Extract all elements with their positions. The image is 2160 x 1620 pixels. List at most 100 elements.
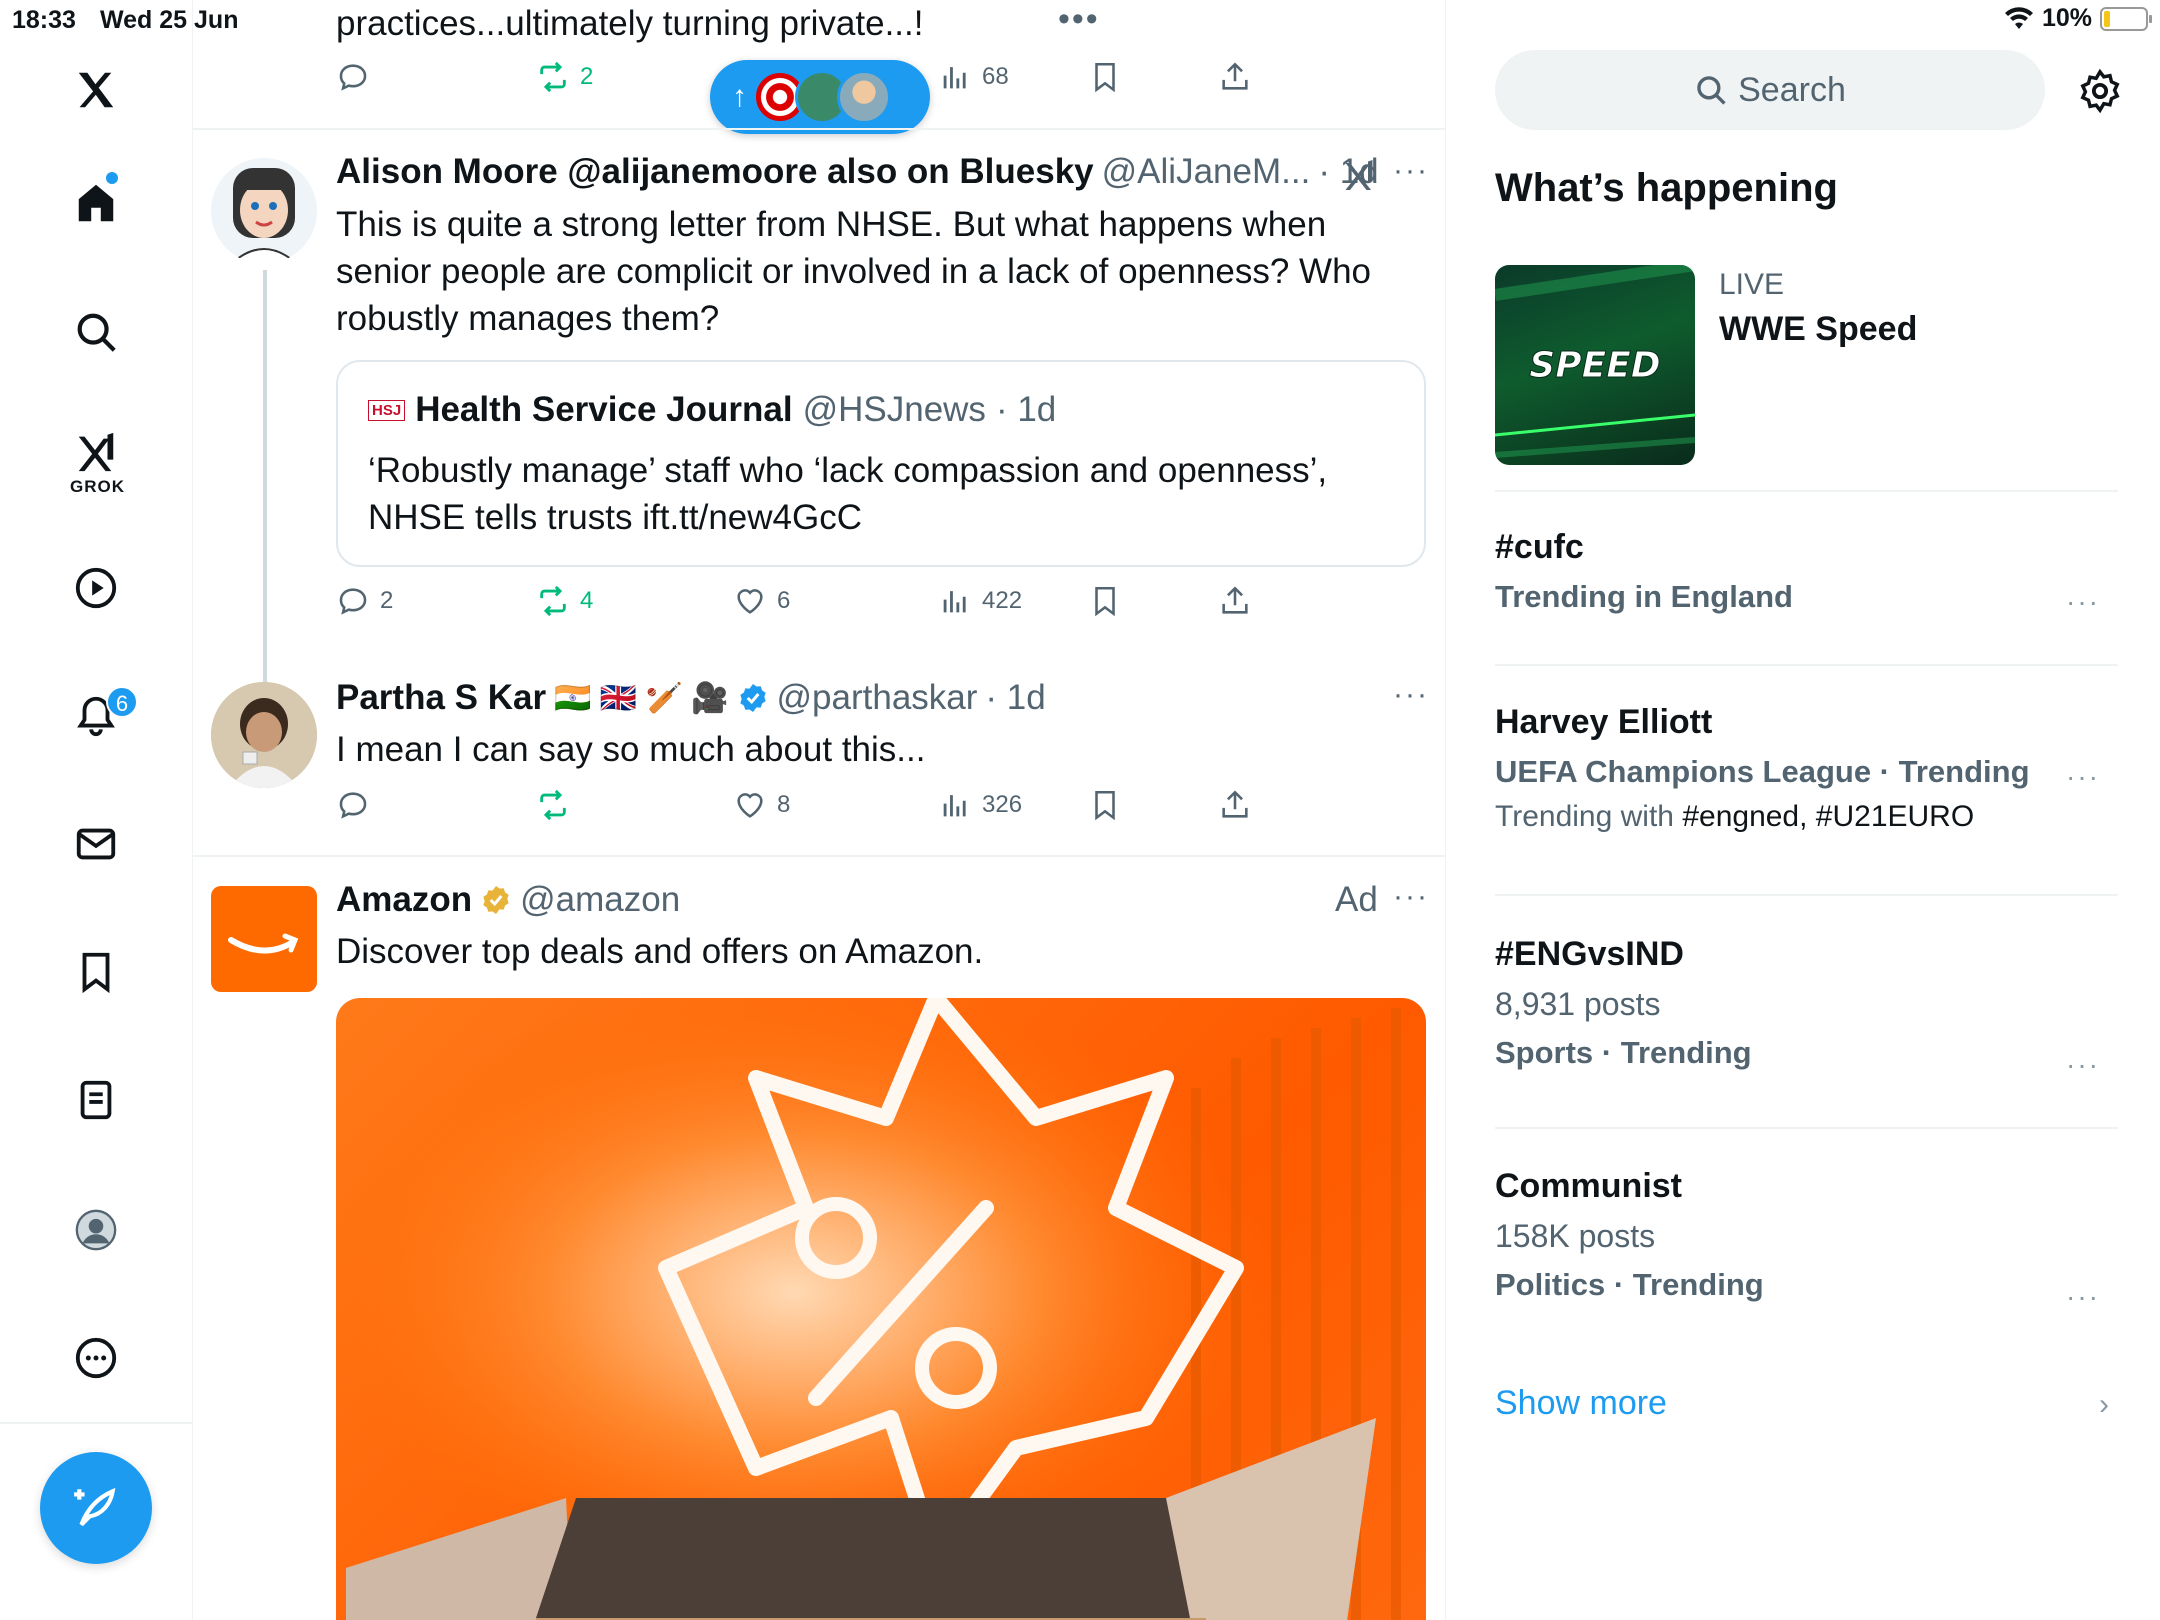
ad-image[interactable] xyxy=(336,998,1426,1620)
tweet-header: Partha S Kar 🇮🇳 🇬🇧 🏏 🎥 @parthaskar · 1d xyxy=(336,678,1046,718)
more-icon[interactable] xyxy=(56,1318,136,1398)
author-handle[interactable]: @amazon xyxy=(520,880,680,920)
share-button[interactable] xyxy=(1218,584,1252,618)
reply-button[interactable] xyxy=(336,60,370,94)
trend-more-icon[interactable]: ··· xyxy=(2066,586,2100,618)
trend-item[interactable]: #cufc Trending in England ··· xyxy=(1495,528,2118,618)
live-thumb-text: SPEED xyxy=(1529,345,1660,386)
retweet-button[interactable] xyxy=(536,788,570,822)
trend-meta: Sports · Trending xyxy=(1495,1035,1752,1070)
reply-button[interactable] xyxy=(336,788,370,822)
mail-icon[interactable] xyxy=(56,804,136,884)
bookmark-icon xyxy=(1095,586,1115,617)
live-thumbnail[interactable]: SPEED xyxy=(1495,265,1695,465)
trend-with-tags: #engned, #U21EURO xyxy=(1682,800,1975,833)
live-label: LIVE xyxy=(1719,268,1785,301)
quote-tweet[interactable]: HSJ Health Service Journal @HSJnews · 1d… xyxy=(336,360,1426,567)
grok-icon[interactable] xyxy=(1341,155,1377,195)
trend-item[interactable]: Communist 158K posts Politics · Trending… xyxy=(1495,1167,2118,1312)
trend-more-icon[interactable]: ··· xyxy=(2066,1281,2100,1313)
share-button[interactable] xyxy=(1218,60,1252,94)
reply-icon xyxy=(339,64,367,91)
trend-with-prefix: Trending with xyxy=(1495,800,1674,833)
tweet-more-icon[interactable]: ••• xyxy=(1058,0,1100,39)
whats-happening-heading: What’s happening xyxy=(1495,166,1838,210)
ad-label: Ad xyxy=(1335,880,1378,919)
profile-icon[interactable] xyxy=(56,1190,136,1270)
tweet-time[interactable]: · 1d xyxy=(985,678,1045,718)
bookmark-icon[interactable] xyxy=(56,932,136,1012)
views-button[interactable]: 326 xyxy=(938,788,1022,822)
trend-name: Communist xyxy=(1495,1167,1682,1205)
video-icon[interactable] xyxy=(56,548,136,628)
trend-more-icon[interactable]: ··· xyxy=(2066,761,2100,793)
gear-icon[interactable] xyxy=(2077,68,2123,114)
list-icon[interactable] xyxy=(56,1060,136,1140)
author-handle[interactable]: @parthaskar xyxy=(777,678,978,718)
right-sidebar: Search What’s happening SPEED LIVE WWE S… xyxy=(1447,0,2160,1620)
notifications-badge: 6 xyxy=(106,686,138,718)
retweet-button[interactable]: 2 xyxy=(536,60,593,94)
avatar[interactable] xyxy=(211,158,317,264)
bookmark-button[interactable] xyxy=(1088,60,1122,94)
author-emojis: 🇮🇳 🇬🇧 🏏 🎥 xyxy=(554,681,729,715)
live-title[interactable]: WWE Speed xyxy=(1719,310,1917,349)
left-nav: GROK 6 xyxy=(0,0,193,1620)
amazon-logo[interactable] xyxy=(211,886,317,992)
share-button[interactable] xyxy=(1218,788,1252,822)
author-name[interactable]: Alison Moore @alijanemoore also on Blues… xyxy=(336,152,1094,192)
tweet-header: Amazon @amazon xyxy=(336,880,680,920)
new-posts-pill[interactable]: ↑ xyxy=(710,60,930,134)
views-icon xyxy=(943,67,966,89)
x-logo-icon[interactable] xyxy=(56,50,136,130)
home-icon[interactable] xyxy=(56,163,136,243)
views-icon xyxy=(943,795,966,817)
search-icon[interactable] xyxy=(56,292,136,372)
like-count: 6 xyxy=(777,587,791,614)
grok-label: GROK xyxy=(70,477,125,496)
trend-item[interactable]: #ENGvsIND 8,931 posts Sports · Trending … xyxy=(1495,935,2118,1080)
trend-name: #cufc xyxy=(1495,528,1584,566)
views-button[interactable]: 68 xyxy=(938,60,1009,94)
avatar[interactable] xyxy=(211,682,317,788)
tweet-more-icon[interactable]: ··· xyxy=(1393,880,1429,914)
quote-text: ‘Robustly manage’ staff who ‘lack compas… xyxy=(368,451,1328,537)
tweet-actions: 8 326 xyxy=(336,788,1336,828)
author-handle[interactable]: @AliJaneM... xyxy=(1102,152,1311,192)
views-icon xyxy=(943,591,966,613)
quote-author-name: Health Service Journal xyxy=(415,390,793,429)
tweet-more-icon[interactable]: ··· xyxy=(1393,678,1429,712)
reply-icon xyxy=(339,588,367,615)
tweet-separator xyxy=(193,855,1445,857)
search-input[interactable]: Search xyxy=(1495,50,2045,130)
like-button[interactable]: 8 xyxy=(733,788,790,822)
thread-line xyxy=(263,270,267,685)
retweet-button[interactable]: 4 xyxy=(536,584,593,618)
trend-posts: 158K posts xyxy=(1495,1218,1656,1254)
quote-time: · 1d xyxy=(995,390,1057,429)
trend-meta: Trending in England xyxy=(1495,579,1793,614)
search-placeholder: Search xyxy=(1738,70,1846,109)
chevron-right-icon[interactable]: › xyxy=(2099,1388,2109,1422)
tweet-more-icon[interactable]: ··· xyxy=(1393,154,1429,188)
retweet-icon xyxy=(540,789,566,821)
trend-meta: Politics · Trending xyxy=(1495,1267,1764,1302)
bookmark-button[interactable] xyxy=(1088,584,1122,618)
home-unread-dot xyxy=(106,172,118,184)
views-button[interactable]: 422 xyxy=(938,584,1022,618)
trend-divider xyxy=(1495,490,2118,492)
compose-button[interactable] xyxy=(40,1452,152,1564)
trend-more-icon[interactable]: ··· xyxy=(2066,1049,2100,1081)
trend-name: #ENGvsIND xyxy=(1495,935,1684,973)
retweet-icon xyxy=(540,585,566,617)
bookmark-button[interactable] xyxy=(1088,788,1122,822)
bookmark-icon xyxy=(1095,790,1115,821)
author-name[interactable]: Amazon xyxy=(336,880,472,920)
quote-author-handle: @HSJnews xyxy=(802,390,986,429)
show-more-link[interactable]: Show more xyxy=(1495,1384,1667,1423)
trend-item[interactable]: Harvey Elliott UEFA Champions League · T… xyxy=(1495,703,2118,834)
search-icon xyxy=(1697,76,1726,105)
author-name[interactable]: Partha S Kar xyxy=(336,678,546,718)
like-button[interactable]: 6 xyxy=(733,584,790,618)
reply-button[interactable]: 2 xyxy=(336,584,393,618)
